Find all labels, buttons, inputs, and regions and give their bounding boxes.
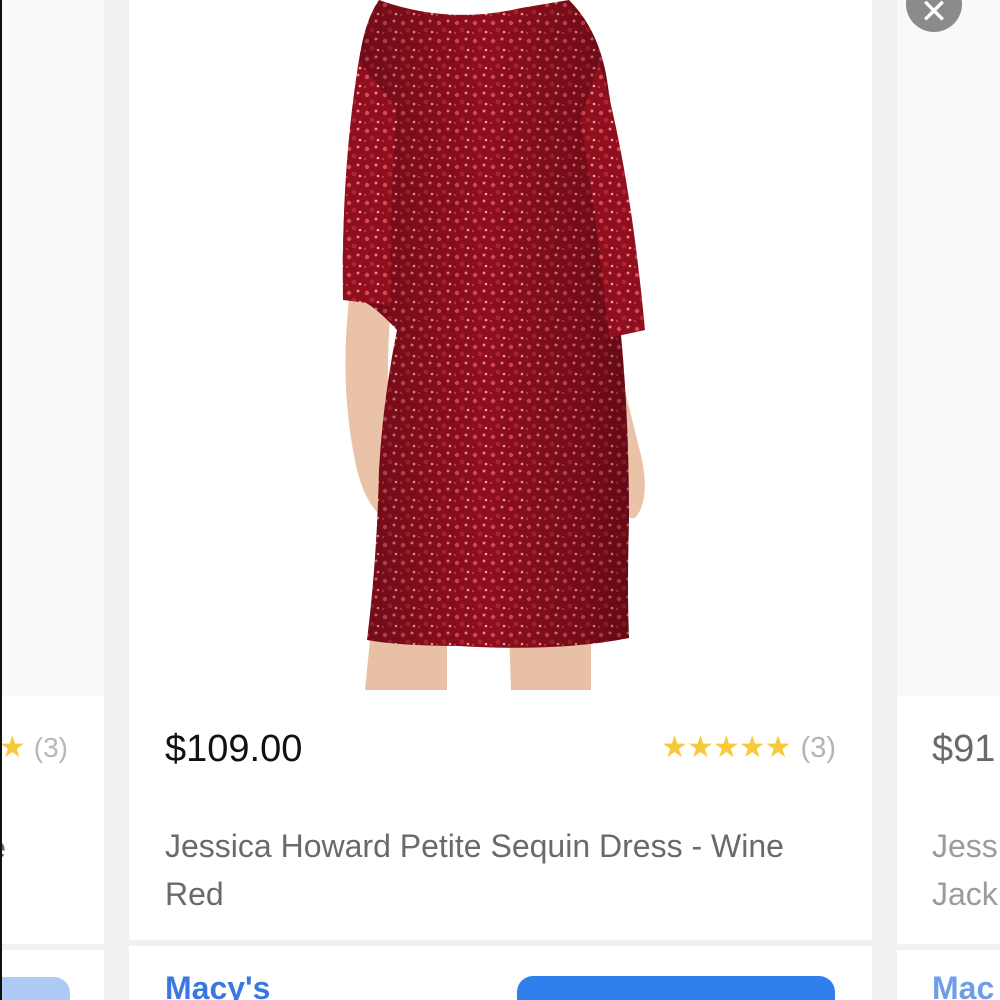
- next-product-card[interactable]: $91 Jess Jack Mac: [897, 0, 1000, 1000]
- previous-product-card[interactable]: ★(3) e: [2, 0, 104, 1000]
- product-card[interactable]: $109.00 ★★★★★ (3) Jessica Howard Petite S…: [129, 0, 872, 1000]
- next-product-image[interactable]: [897, 0, 1000, 696]
- previous-product-title[interactable]: e: [2, 830, 6, 866]
- previous-visit-button[interactable]: [2, 977, 70, 1000]
- star-icon: ★: [2, 731, 26, 764]
- visit-store-button[interactable]: [517, 976, 835, 1000]
- product-image[interactable]: [129, 0, 872, 690]
- product-title[interactable]: Jessica Howard Petite Sequin Dress - Win…: [165, 822, 845, 918]
- close-icon: ✕: [919, 0, 949, 31]
- product-rating[interactable]: ★★★★★ (3): [661, 730, 836, 765]
- previous-rating-count: (3): [33, 732, 68, 763]
- next-product-title[interactable]: Jess Jack: [932, 822, 998, 918]
- sequin-dress-image: [342, 0, 645, 690]
- store-link[interactable]: Macy's: [165, 970, 270, 1000]
- rating-stars-icon: ★★★★★: [661, 731, 791, 764]
- rating-count: (3): [800, 732, 836, 764]
- previous-product-rating: ★ (3): [2, 730, 68, 765]
- next-store-link[interactable]: Mac: [932, 970, 994, 1000]
- product-price: $109.00: [165, 728, 303, 770]
- previous-product-image[interactable]: [2, 0, 104, 696]
- next-product-price: $91: [932, 728, 996, 770]
